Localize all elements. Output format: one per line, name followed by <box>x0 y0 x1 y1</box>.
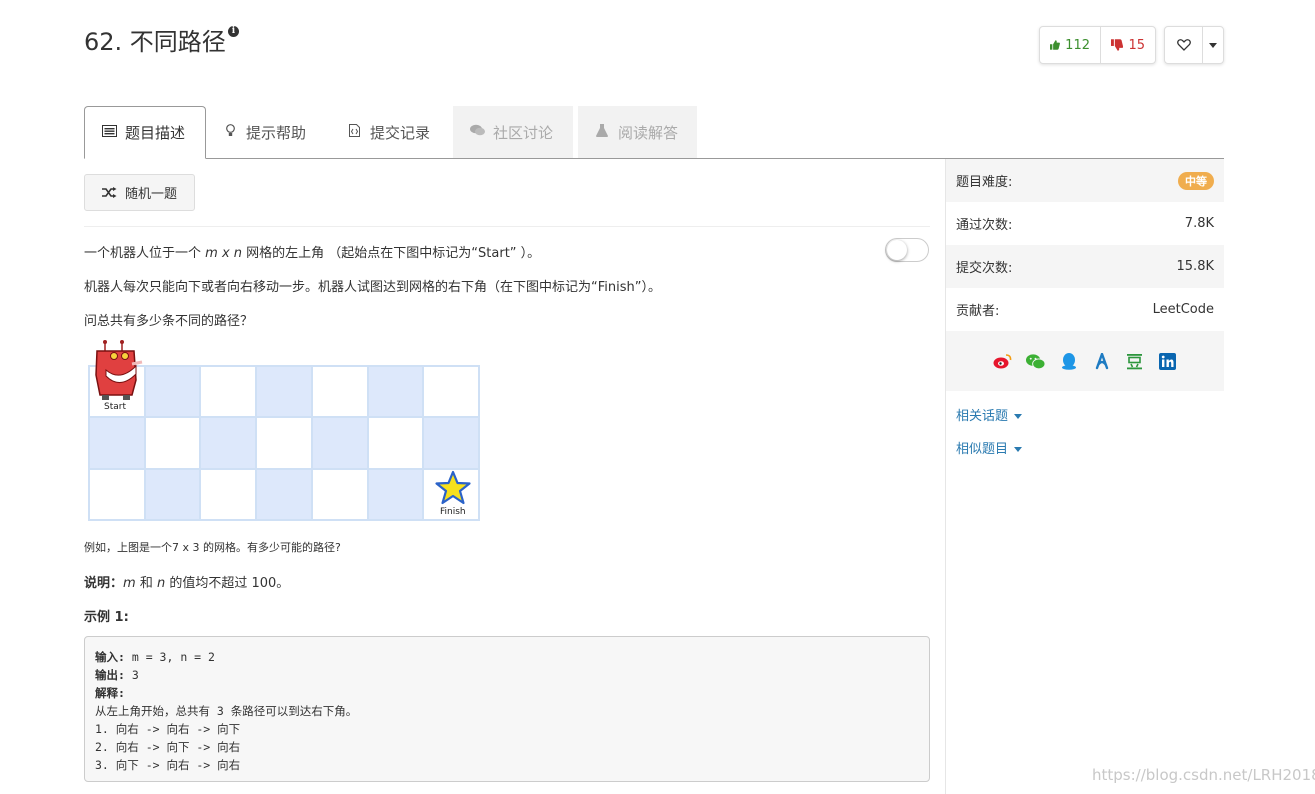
thumbs-down-icon <box>1111 39 1124 51</box>
grid-cell <box>367 366 424 418</box>
grid-cell <box>256 468 312 520</box>
accepted-row: 通过次数: 7.8K <box>946 202 1224 245</box>
description-line-3: 问总共有多少条不同的路径？ <box>84 314 254 329</box>
flask-icon <box>594 123 610 141</box>
share-bar <box>946 331 1224 391</box>
submissions-label: 提交次数: <box>956 261 1013 276</box>
accepted-value: 7.8K <box>1184 216 1214 231</box>
tab-submissions[interactable]: 提交记录 <box>330 106 452 158</box>
display-toggle[interactable] <box>885 238 929 262</box>
similar-problems-link[interactable]: 相似题目 <box>956 438 1023 457</box>
grid-illustration <box>88 365 480 521</box>
grid-cell <box>423 417 479 469</box>
favorite-group <box>1164 26 1224 64</box>
contributor-label: 贡献者: <box>956 304 1000 319</box>
heart-icon <box>1176 39 1191 51</box>
grid-cell <box>144 366 201 418</box>
tab-solution[interactable]: 阅读解答 <box>578 106 697 158</box>
contributor-value[interactable]: LeetCode <box>1153 302 1214 317</box>
comments-icon <box>469 124 485 140</box>
grid-cell <box>367 417 424 469</box>
tab-label: 提示帮助 <box>246 123 307 142</box>
tab-label: 阅读解答 <box>618 123 679 142</box>
grid-cell <box>256 366 312 418</box>
downvote-count: 15 <box>1128 37 1145 53</box>
qq-icon[interactable] <box>1059 352 1078 371</box>
grid-cell <box>311 417 368 469</box>
tab-description[interactable]: 题目描述 <box>84 106 206 159</box>
description-line-1: 一个机器人位于一个 m x n 网格的左上角 （起始点在下图中标记为“Start… <box>84 246 541 261</box>
difficulty-row: 题目难度: 中等 <box>946 159 1224 202</box>
example-title: 示例 1: <box>84 610 129 625</box>
wechat-icon[interactable] <box>1026 352 1045 371</box>
watermark: https://blog.csdn.net/LRH2018 <box>1092 766 1315 784</box>
caret-down-icon <box>1014 447 1023 452</box>
grid-cell <box>144 417 201 469</box>
problem-title: 62. 不同路径 <box>84 28 226 56</box>
lightbulb-icon <box>222 123 238 141</box>
favorite-button[interactable] <box>1165 27 1203 63</box>
example-code-block: 输入: m = 3, n = 2 输出: 3 解释: 从左上角开始，总共有 3 … <box>84 636 930 782</box>
difficulty-badge: 中等 <box>1178 171 1214 190</box>
contributor-row: 贡献者: LeetCode <box>946 288 1224 331</box>
star-icon <box>435 470 471 505</box>
thumbs-up-icon <box>1050 40 1060 50</box>
submissions-row: 提交次数: 15.8K <box>946 245 1224 288</box>
random-problem-label: 随机一题 <box>124 187 177 202</box>
caret-down-icon <box>1209 42 1217 48</box>
grid-caption: 例如，上图是一个7 x 3 的网格。有多少可能的路径? <box>84 541 341 554</box>
related-topics-link[interactable]: 相关话题 <box>956 405 1023 424</box>
list-alt-icon <box>101 124 117 141</box>
robot-icon <box>95 340 143 400</box>
file-code-icon <box>346 123 362 141</box>
grid-cell <box>423 366 479 418</box>
random-problem-button[interactable]: 随机一题 <box>84 174 195 211</box>
tab-discuss[interactable]: 社区讨论 <box>453 106 573 158</box>
tab-label: 社区讨论 <box>493 123 554 142</box>
grid-cell <box>311 366 368 418</box>
grid-cell <box>200 366 257 418</box>
submissions-value: 15.8K <box>1176 259 1214 274</box>
linkedin-icon[interactable] <box>1158 352 1177 371</box>
grid-cell <box>89 468 145 520</box>
downvote-button[interactable]: 15 <box>1101 27 1155 63</box>
caret-down-icon <box>1014 414 1023 419</box>
vote-group: 112 15 <box>1039 26 1156 64</box>
weibo-icon[interactable] <box>993 352 1012 371</box>
description-line-2: 机器人每次只能向下或者向右移动一步。机器人试图达到网格的右下角（在下图中标记为“… <box>84 280 661 295</box>
grid-cell <box>367 468 424 520</box>
finish-label: Finish <box>440 507 466 517</box>
toggle-knob <box>887 240 907 260</box>
grid-cell <box>200 417 257 469</box>
grid-cell <box>256 417 312 469</box>
upvote-count: 112 <box>1065 37 1090 53</box>
grid-cell <box>200 468 257 520</box>
difficulty-label: 题目难度: <box>956 175 1013 190</box>
tab-label: 题目描述 <box>125 124 186 142</box>
start-label: Start <box>104 402 126 412</box>
tab-label: 提交记录 <box>370 123 431 142</box>
accepted-label: 通过次数: <box>956 218 1013 233</box>
tab-hints[interactable]: 提示帮助 <box>206 106 328 158</box>
grid-cell <box>144 468 201 520</box>
grid-cell <box>89 417 145 469</box>
content-divider <box>84 226 930 227</box>
grid-cell <box>311 468 368 520</box>
upvote-button[interactable]: 112 <box>1040 27 1101 63</box>
douban-icon[interactable] <box>1125 352 1144 371</box>
qzone-icon[interactable] <box>1092 352 1111 371</box>
info-icon[interactable]: i <box>228 26 239 37</box>
favorite-dropdown-button[interactable] <box>1203 27 1223 63</box>
note-line: 说明：m 和 n 的值均不超过 100。 <box>84 576 290 591</box>
shuffle-icon <box>101 187 117 198</box>
